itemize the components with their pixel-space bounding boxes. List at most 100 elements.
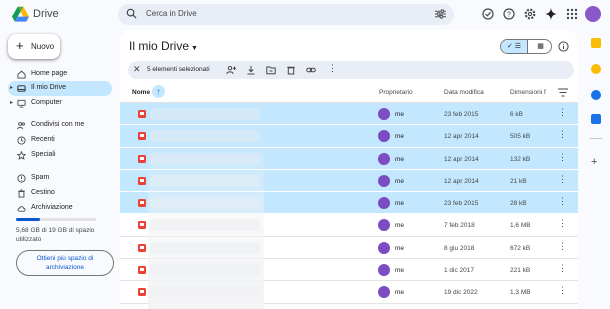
list-view-button[interactable]: ✓ ☰ (501, 40, 527, 53)
main-panel: Il mio Drive ▼ ✓ ☰ ▦ ✕ 5 elementi selezio… (120, 30, 578, 309)
view-toggle: ✓ ☰ ▦ (500, 39, 552, 54)
more-options-icon[interactable]: ⋮ (558, 241, 567, 251)
sidebar-item-recent[interactable]: Recenti (8, 133, 112, 148)
table-row[interactable]: me 12 apr 2014 505 kB ⋮ (120, 125, 578, 148)
file-name-redacted[interactable] (150, 286, 260, 299)
expand-caret-icon[interactable]: ▸ (10, 99, 13, 106)
sidebar-item-label: Recenti (31, 136, 55, 143)
file-size: 6 kB (510, 111, 524, 118)
tasks-icon[interactable] (591, 90, 601, 100)
sidebar-item-label: Archiviazione (31, 204, 73, 211)
column-modified[interactable]: Data modifica (444, 89, 484, 96)
table-row[interactable]: me 1 dic 2017 221 kB ⋮ (120, 259, 578, 282)
owner-avatar (378, 108, 390, 120)
more-options-icon[interactable]: ⋮ (558, 174, 567, 184)
sidebar-item-trash[interactable]: Cestino (8, 186, 112, 201)
modified-date: 7 feb 2018 (444, 222, 475, 230)
column-size[interactable]: Dimensioni f (510, 89, 546, 96)
new-button-label: Nuovo (31, 42, 55, 51)
search-icon[interactable] (126, 8, 137, 19)
selection-toolbar: ✕ 5 elementi selezionati ⋮ (128, 61, 574, 79)
sidebar-item-computer[interactable]: ▸ Computer (8, 96, 112, 111)
table-row[interactable]: me 23 feb 2015 28 kB ⋮ (120, 192, 578, 215)
selection-count: 5 elementi selezionati (147, 66, 210, 73)
file-name-redacted[interactable] (150, 108, 260, 120)
info-icon[interactable] (558, 41, 569, 52)
search-filter-icon[interactable] (435, 9, 446, 19)
more-actions-icon[interactable]: ⋮ (328, 63, 337, 74)
table-row[interactable]: me 12 apr 2014 132 kB ⋮ (120, 147, 578, 170)
gemini-icon[interactable] (545, 8, 557, 20)
delete-icon[interactable] (286, 65, 296, 75)
sidebar-item-label: Spam (31, 174, 50, 181)
owner-name: me (395, 111, 405, 118)
download-icon[interactable] (246, 65, 256, 75)
calendar-icon[interactable] (591, 38, 601, 48)
sidebar-item-starred[interactable]: Speciali (8, 148, 112, 163)
file-name-redacted[interactable] (150, 241, 260, 254)
sidebar-item-my-drive[interactable]: ▸ Il mio Drive (8, 81, 112, 96)
sidebar-item-label: Computer (31, 99, 62, 106)
keep-icon[interactable] (591, 64, 601, 74)
column-name[interactable]: Nome (132, 89, 150, 96)
spam-icon (17, 174, 26, 183)
search-input[interactable]: Cerca in Drive (146, 9, 197, 18)
share-icon[interactable] (226, 65, 236, 75)
contacts-icon[interactable] (591, 114, 601, 124)
more-options-icon[interactable]: ⋮ (558, 130, 567, 139)
more-options-icon[interactable]: ⋮ (558, 264, 567, 273)
more-options-icon[interactable]: ⋮ (558, 219, 567, 228)
clock-icon (17, 136, 26, 145)
file-name-redacted[interactable] (150, 174, 260, 187)
table-row[interactable]: me 8 giu 2018 672 kB ⋮ (120, 236, 578, 260)
more-options-icon[interactable]: ⋮ (558, 108, 567, 117)
help-icon[interactable]: ? (503, 8, 515, 20)
table-row[interactable]: me 7 feb 2018 1,6 MB ⋮ (120, 214, 578, 237)
owner-avatar (378, 219, 390, 232)
move-icon[interactable] (266, 65, 276, 75)
owner-name: me (395, 177, 405, 185)
file-name-redacted[interactable] (150, 130, 260, 143)
sidebar-item-label: Cestino (31, 189, 55, 196)
sidebar-item-spam[interactable]: Spam (8, 171, 112, 186)
apps-grid-icon[interactable] (566, 8, 578, 20)
computer-icon (17, 99, 26, 108)
add-addon-icon[interactable]: + (591, 156, 597, 168)
page-title[interactable]: Il mio Drive ▼ (129, 39, 198, 53)
more-options-icon[interactable]: ⋮ (558, 197, 567, 206)
table-row[interactable]: me 12 apr 2014 21 kB ⋮ (120, 169, 578, 193)
page-title-text: Il mio Drive (129, 39, 190, 53)
file-name-redacted[interactable] (150, 197, 260, 210)
column-owner[interactable]: Proprietario (379, 89, 413, 96)
account-avatar[interactable] (585, 6, 601, 22)
sidebar-item-storage[interactable]: Archiviazione (8, 201, 112, 216)
file-name-redacted[interactable] (150, 264, 260, 277)
grid-view-button[interactable]: ▦ (527, 40, 551, 53)
owner-avatar (378, 286, 390, 299)
app-brand[interactable]: Drive (33, 8, 59, 20)
clear-selection-icon[interactable]: ✕ (133, 64, 141, 75)
expand-caret-icon[interactable]: ▸ (10, 84, 13, 91)
file-name-redacted[interactable] (150, 152, 260, 165)
offline-check-icon[interactable] (482, 8, 494, 20)
more-options-icon[interactable]: ⋮ (558, 152, 567, 162)
cloud-icon (17, 206, 26, 212)
sort-ascending-icon[interactable]: ↑ (152, 85, 165, 98)
modified-date: 23 feb 2015 (444, 200, 479, 208)
dropdown-arrow-icon: ▼ (191, 45, 198, 52)
sidebar-item-home[interactable]: Home page (8, 67, 112, 82)
sidebar-item-shared[interactable]: Condivisi con me (8, 118, 112, 133)
file-size: 21 kB (510, 177, 527, 185)
drive-logo-icon[interactable] (12, 6, 29, 23)
new-button[interactable]: + Nuovo (8, 34, 60, 59)
sort-options-icon[interactable] (558, 88, 568, 97)
more-options-icon[interactable]: ⋮ (558, 286, 567, 295)
settings-icon[interactable] (524, 8, 536, 20)
image-file-icon (138, 154, 146, 163)
table-row[interactable]: me 23 feb 2015 6 kB ⋮ (120, 103, 578, 126)
get-more-storage-button[interactable]: Ottieni più spazio di archiviazione (16, 250, 114, 276)
file-name-redacted[interactable] (150, 219, 260, 232)
link-icon[interactable] (306, 65, 316, 75)
search-bar[interactable]: Cerca in Drive (118, 4, 454, 25)
table-row[interactable]: me 19 dic 2022 1,3 MB ⋮ (120, 281, 578, 304)
